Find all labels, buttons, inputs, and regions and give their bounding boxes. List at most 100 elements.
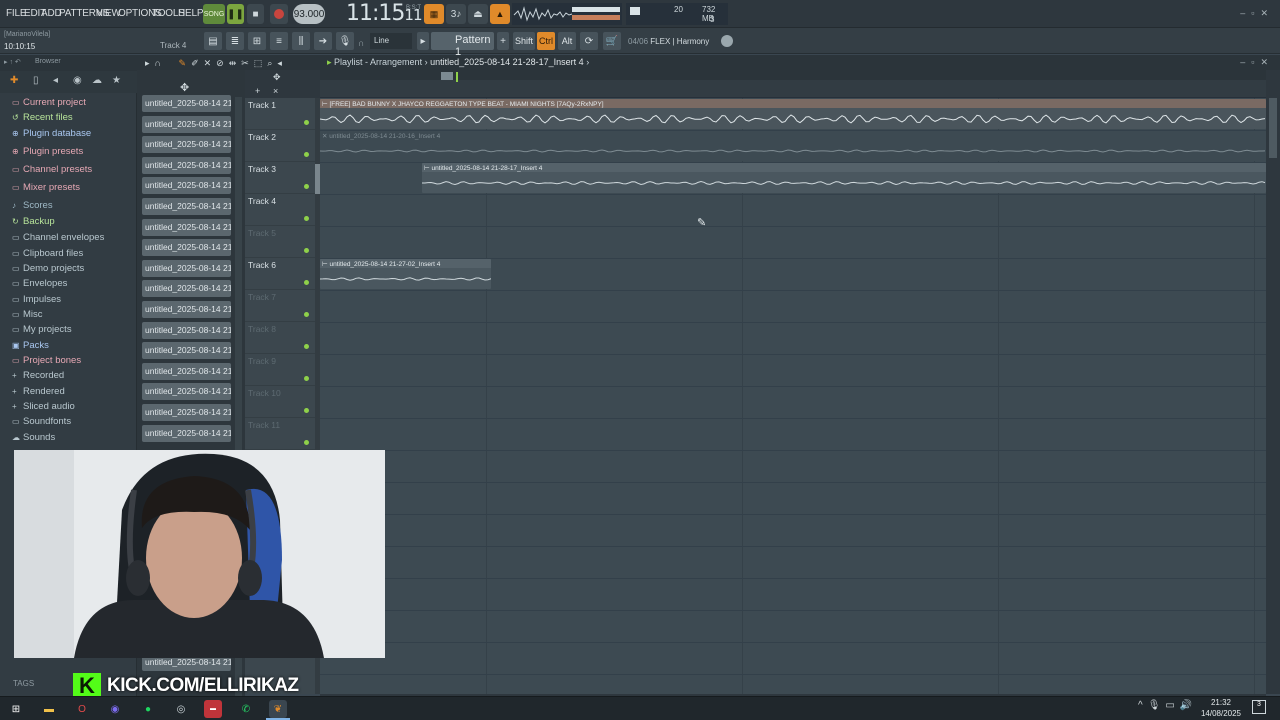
track-active-led[interactable] [304,120,309,125]
opera-gx-icon[interactable]: O [73,700,91,718]
voicemeeter-icon[interactable]: ▬ [204,700,222,718]
browser-item[interactable]: ▭ Channel envelopes [12,232,104,243]
browser-cloud-icon[interactable]: ☁ [92,75,102,86]
refresh-icon[interactable]: ⟳ [580,32,598,50]
zoom-tool-icon[interactable]: ⌕ [267,58,272,68]
draw-tool-icon[interactable]: ✎ [179,58,187,68]
browser-item[interactable]: ⊕ Plugin database [12,128,91,139]
track-active-led[interactable] [304,312,309,317]
browser-files-icon[interactable]: ▯ [33,75,39,86]
fl-studio-taskbar-icon[interactable]: ❦ [269,700,287,718]
browser-item[interactable]: ▭ Clipboard files [12,248,83,259]
notification-center-icon[interactable]: 3 [1252,700,1266,714]
track-header[interactable]: Track 8 [245,322,315,354]
song-position-marker[interactable] [456,72,458,82]
track-active-led[interactable] [304,376,309,381]
browser-item[interactable]: ▭ Project bones [12,355,81,366]
browser-item[interactable]: ▭ My projects [12,324,72,335]
clip-title-bar[interactable]: ⊢ untitled_2025-08-14 21-27-02_Insert 4 [320,259,491,268]
obs-icon[interactable]: ◎ [172,700,190,718]
window-controls[interactable]: –▫✕ [1240,8,1274,19]
picker-item[interactable]: untitled_2025-08-14 21-... [142,383,231,401]
spotify-icon[interactable]: ● [139,700,157,718]
picker-item[interactable]: untitled_2025-08-14 21-... [142,362,231,380]
track-active-led[interactable] [304,248,309,253]
metronome-icon[interactable]: ▲ [490,4,510,24]
discord-icon[interactable]: ◉ [106,700,124,718]
browser-item[interactable]: ▭ Current project [12,97,86,108]
browser-item[interactable]: + Rendered [12,386,65,397]
vertical-scrollbar[interactable] [1266,70,1280,694]
flex-preset-info[interactable]: 04/06 FLEX | Harmony [628,37,709,46]
add-track-icon[interactable]: + [255,86,260,96]
song-mode-toggle[interactable]: SONG [203,4,225,24]
tempo-display[interactable]: 93.000 [293,4,325,24]
play-pause-button[interactable]: ❚❚ [227,4,244,24]
slip-tool-icon[interactable]: ⇹ [229,58,237,68]
track-header[interactable]: Track 6 [245,258,315,290]
browser-all-icon[interactable]: ✚ [10,75,18,86]
clip-title-bar[interactable]: ⊢ [FREE] BAD BUNNY X JHAYCO REGGAETON TY… [320,99,1266,108]
track-header[interactable]: Track 2 [245,130,315,162]
track-header[interactable]: Track 9 [245,354,315,386]
picker-item[interactable]: untitled_2025-08-14 21-... [142,301,231,318]
browser-item[interactable]: ▭ Envelopes [12,278,67,289]
audio-clip[interactable]: ⊢ [FREE] BAD BUNNY X JHAYCO REGGAETON TY… [320,99,1266,129]
audio-clip[interactable]: ✕ untitled_2025-08-14 21-20-16_Insert 4 [320,131,1266,161]
system-clock[interactable]: 21:32 14/08/2025 [1198,697,1244,719]
ctrl-key-button[interactable]: Ctrl [537,32,555,50]
browser-item[interactable]: ↺ Recent files [12,112,73,123]
picker-item[interactable]: untitled_2025-08-14 21-... [142,259,231,277]
globe-icon[interactable] [721,35,733,47]
move-handle-icon[interactable]: ✥ [180,81,189,94]
track-header[interactable]: Track 5 [245,226,315,258]
playlist-window-icon[interactable]: ▤ [204,32,222,50]
pattern-selector[interactable]: Pattern 1 [431,32,494,58]
stop-button[interactable]: ■ [247,4,264,24]
alt-key-button[interactable]: Alt [558,32,576,50]
track-header[interactable]: Track 7 [245,290,315,322]
piano-roll-window-icon[interactable]: ≣ [226,32,244,50]
browser-sounds-icon[interactable]: ◉ [73,75,82,86]
audio-clip[interactable]: ⊢ untitled_2025-08-14 21-27-02_Insert 4 [320,259,491,289]
picker-item[interactable]: untitled_2025-08-14 21-... [142,404,231,421]
audio-clip[interactable]: ⊢ untitled_2025-08-14 21-28-17_Insert 4 [422,163,1266,193]
menu-help[interactable]: HELP [178,8,204,19]
track-header[interactable]: Track 11 [245,418,315,450]
shift-key-button[interactable]: Shift [513,32,535,50]
track-active-led[interactable] [304,280,309,285]
browser-item[interactable]: ▭ Mixer presets [12,182,80,193]
track-header[interactable]: Track 4 [245,194,315,226]
windows-start-icon[interactable]: ⊞ [7,700,25,718]
picker-item[interactable]: untitled_2025-08-14 21-... [142,239,231,257]
browser-item[interactable]: ♪ Scores [12,200,53,211]
plugin-picker-icon[interactable]: ⫼ [292,32,310,50]
paint-tool-icon[interactable]: ✐ [191,58,199,68]
slice-tool-icon[interactable]: ✂ [241,58,249,68]
track-active-led[interactable] [304,216,309,221]
snap-selector[interactable]: Line [370,33,412,49]
browser-item[interactable]: ☁ Sounds [12,432,55,443]
clip-title-bar[interactable]: ⊢ untitled_2025-08-14 21-28-17_Insert 4 [422,163,1266,172]
whatsapp-icon[interactable]: ✆ [237,700,255,718]
browser-item[interactable]: + Sliced audio [12,401,75,412]
picker-item[interactable]: untitled_2025-08-14 21-... [142,218,231,236]
picker-item[interactable]: untitled_2025-08-14 21-... [142,95,231,112]
channel-rack-window-icon[interactable]: ⊞ [248,32,266,50]
step-edit-icon[interactable]: 3♪ [446,4,466,24]
track-active-led[interactable] [304,344,309,349]
browser-item[interactable]: ▣ Packs [12,340,49,351]
shop-cart-icon[interactable]: 🛒 [603,32,621,50]
arrow-right-icon[interactable]: ➔ [314,32,332,50]
overview-scrollbar[interactable] [320,70,1266,80]
pattern-song-view-icon[interactable]: ▦ [424,4,444,24]
microphone-icon[interactable]: 🎙 [336,32,354,50]
picker-item[interactable]: untitled_2025-08-14 21-... [142,198,231,215]
select-tool-icon[interactable]: ⬚ [254,58,263,68]
picker-item[interactable]: untitled_2025-08-14 21-... [142,156,231,174]
browser-item[interactable]: + Recorded [12,370,64,381]
track-header[interactable]: Track 1 [245,98,315,130]
timeline-navigator[interactable]: ✥ + × [245,70,320,98]
track-active-led[interactable] [304,408,309,413]
playlist-grid[interactable]: ⊢ [FREE] BAD BUNNY X JHAYCO REGGAETON TY… [320,98,1266,694]
